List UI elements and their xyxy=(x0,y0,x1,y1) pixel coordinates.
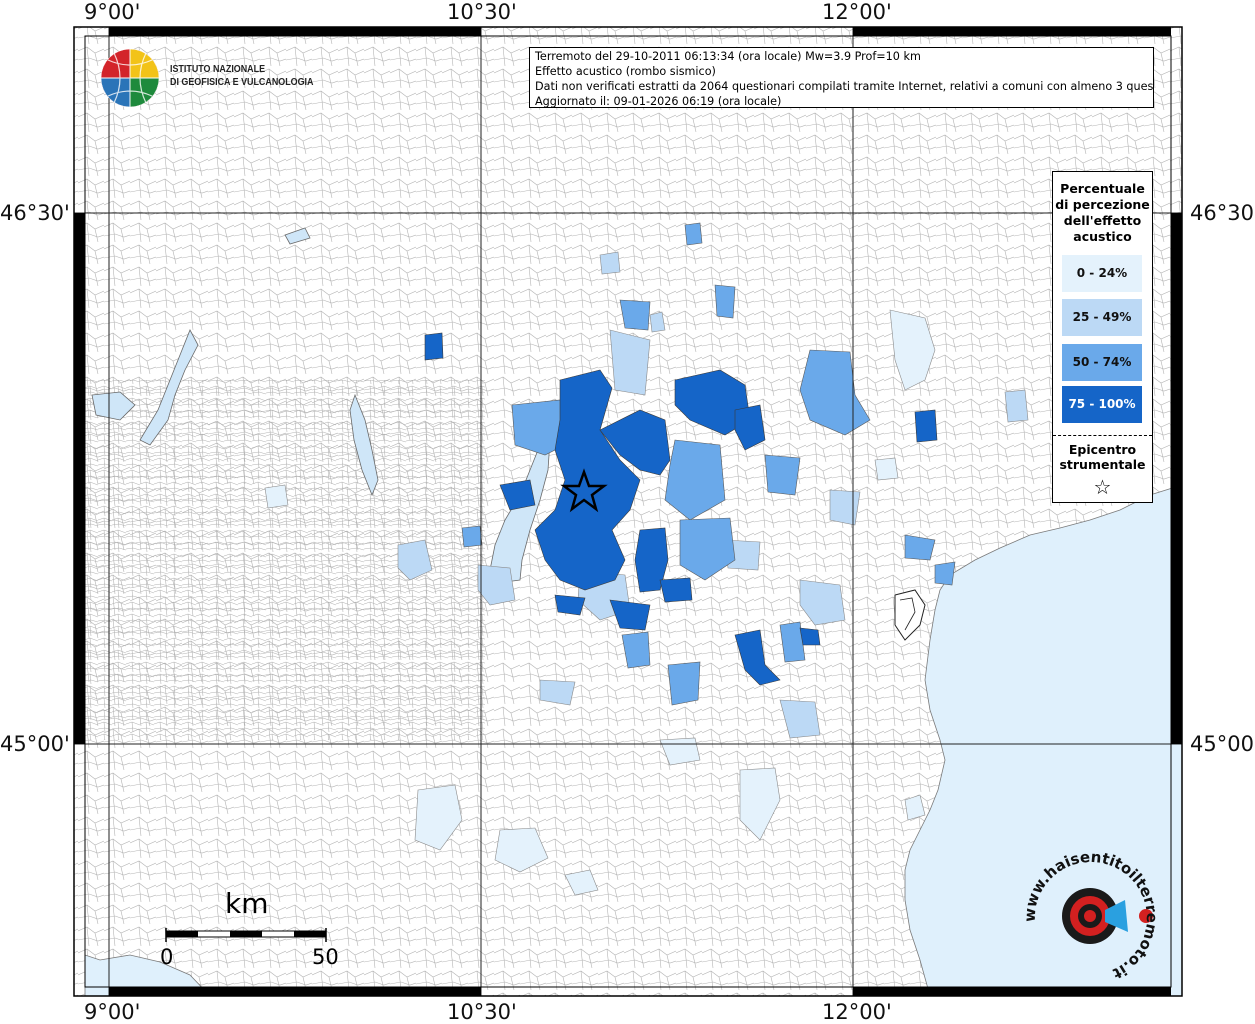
watermark-text: www.haisentitoilterremoto.it xyxy=(1021,848,1161,983)
legend-star-icon: ☆ xyxy=(1093,475,1112,499)
ingv-logo: ISTITUTO NAZIONALE DI GEOFISICA E VULCAN… xyxy=(100,48,314,112)
coord-right-2: 45°00' xyxy=(1190,732,1255,756)
legend-item-2: 50 - 74% xyxy=(1062,344,1142,381)
legend-separator xyxy=(1053,435,1152,436)
event-info-line2: Effetto acustico (rombo sismico) xyxy=(535,65,716,78)
legend-item-3: 75 - 100% xyxy=(1062,386,1142,423)
legend-label-1: 25 - 49% xyxy=(1072,310,1132,324)
coord-bottom-2: 10°30' xyxy=(447,1000,517,1024)
legend-title: Percentuale di percezione dell'effetto a… xyxy=(1055,181,1150,244)
scale-start: 0 xyxy=(160,945,174,969)
scale-end: 50 xyxy=(312,945,339,969)
legend-label-0: 0 - 24% xyxy=(1076,266,1128,280)
legend: Percentuale di percezione dell'effetto a… xyxy=(1052,171,1153,503)
coord-top-3: 12°00' xyxy=(822,0,892,24)
legend-epicenter-label: Epicentro strumentale xyxy=(1059,442,1146,472)
coord-left-1: 46°30' xyxy=(0,201,70,225)
legend-item-0: 0 - 24% xyxy=(1062,255,1142,292)
ingv-line1: ISTITUTO NAZIONALE xyxy=(170,63,266,75)
coord-left-2: 45°00' xyxy=(0,732,70,756)
event-info-line1: Terremoto del 29-10-2011 06:13:34 (ora l… xyxy=(535,50,921,63)
globe-icon xyxy=(100,48,160,108)
scale-unit: km xyxy=(225,887,269,920)
event-info-box: Terremoto del 29-10-2011 06:13:34 (ora l… xyxy=(529,47,1154,108)
coord-top-1: 9°00' xyxy=(84,0,141,24)
legend-label-2: 50 - 74% xyxy=(1072,355,1132,369)
svg-text:www.haisentitoilterremoto.it: www.haisentitoilterremoto.it xyxy=(1021,848,1161,983)
event-info-line4: Aggiornato il: 09-01-2026 06:19 (ora loc… xyxy=(535,95,782,108)
coord-bottom-1: 9°00' xyxy=(84,1000,141,1024)
watermark: www.haisentitoilterremoto.it xyxy=(1021,848,1161,983)
coord-top-2: 10°30' xyxy=(447,0,517,24)
ingv-line2: DI GEOFISICA E VULCANOLOGIA xyxy=(170,76,314,88)
event-info-line3: Dati non verificati estratti da 2064 que… xyxy=(535,80,1154,93)
coord-bottom-3: 12°00' xyxy=(822,1000,892,1024)
legend-label-3: 75 - 100% xyxy=(1068,397,1136,411)
legend-item-1: 25 - 49% xyxy=(1062,299,1142,336)
coord-right-1: 46°30' xyxy=(1190,201,1255,225)
